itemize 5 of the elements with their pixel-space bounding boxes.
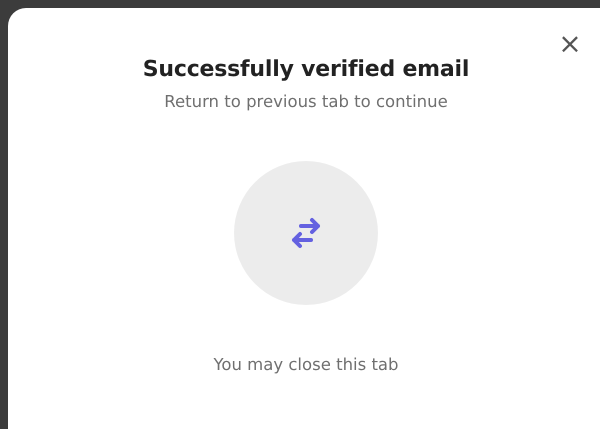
dialog-subtitle: Return to previous tab to continue — [164, 92, 448, 111]
swap-arrows-icon — [291, 216, 321, 250]
dialog-title: Successfully verified email — [142, 57, 470, 82]
close-button[interactable]: × — [557, 30, 583, 58]
close-tab-message: You may close this tab — [213, 355, 399, 374]
